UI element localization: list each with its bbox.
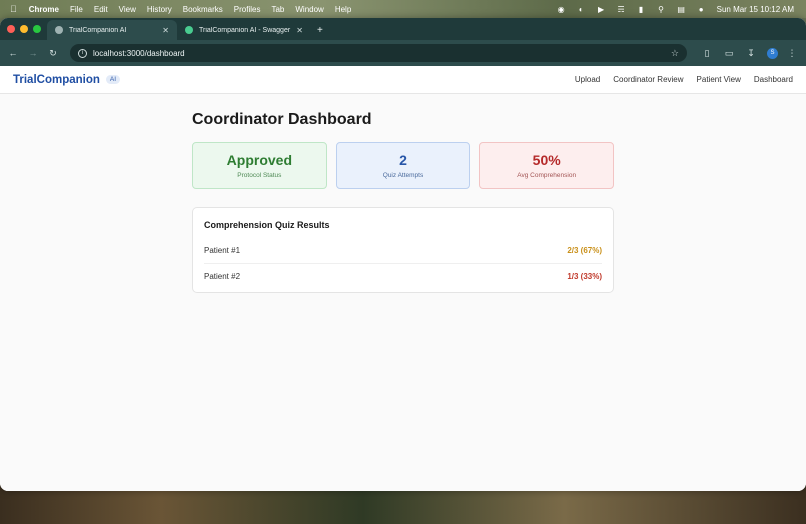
brand-logo[interactable]: TrialCompanion: [13, 74, 100, 86]
new-tab-button[interactable]: +: [317, 20, 323, 40]
menu-edit[interactable]: Edit: [94, 5, 108, 14]
avg-comprehension-value: 50%: [532, 152, 561, 168]
menu-window[interactable]: Window: [295, 5, 323, 14]
quiz-results-title: Comprehension Quiz Results: [204, 220, 330, 230]
tab-swagger[interactable]: TrialCompanion AI - Swagger ✕: [177, 20, 311, 40]
nav-patient-view[interactable]: Patient View: [697, 75, 741, 84]
web-page: TrialCompanion AI Upload Coordinator Rev…: [0, 66, 806, 491]
list-item: Patient #2 1/3 (33%): [204, 263, 602, 288]
menu-profiles[interactable]: Profiles: [234, 5, 261, 14]
nav-dashboard[interactable]: Dashboard: [754, 75, 793, 84]
battery-icon[interactable]: ▮: [637, 5, 646, 14]
back-icon[interactable]: ←: [6, 46, 20, 60]
menubar-clock[interactable]: Sun Mar 15 10:12 AM: [717, 5, 794, 14]
menu-history[interactable]: History: [147, 5, 172, 14]
quiz-attempts-label: Quiz Attempts: [382, 172, 424, 179]
wifi-icon[interactable]: ☴: [617, 5, 626, 14]
globe-icon: [55, 26, 63, 34]
ai-badge: AI: [105, 75, 121, 84]
forward-icon[interactable]: →: [26, 46, 40, 60]
tab-strip: TrialCompanion AI ✕ TrialCompanion AI - …: [0, 18, 806, 40]
protocol-status-value: Approved: [226, 152, 292, 168]
menu-view[interactable]: View: [119, 5, 136, 14]
apple-menu-icon[interactable]: : [10, 4, 17, 14]
avg-comprehension-card: 50% Avg Comprehension: [479, 142, 615, 189]
avg-comprehension-label: Avg Comprehension: [517, 172, 577, 179]
window-controls: [7, 25, 41, 33]
reload-icon[interactable]: ↻: [46, 46, 60, 60]
swagger-icon: [185, 26, 193, 34]
address-bar[interactable]: i localhost:3000/dashboard ☆: [70, 44, 687, 62]
tab-trialcompanion[interactable]: TrialCompanion AI ✕: [47, 20, 177, 40]
quiz-results-card: Comprehension Quiz Results Patient #1 2/…: [192, 207, 614, 293]
patient-name: Patient #2: [204, 271, 241, 281]
siri-icon[interactable]: ●: [697, 5, 706, 14]
dashboard-content: Coordinator Dashboard Approved Protocol …: [192, 111, 615, 293]
control-center-icon[interactable]: ▤: [677, 5, 686, 14]
browser-window: TrialCompanion AI ✕ TrialCompanion AI - …: [0, 18, 806, 491]
vpn-icon[interactable]: ◐: [577, 5, 586, 14]
close-tab-icon[interactable]: ✕: [296, 26, 303, 35]
more-menu-icon[interactable]: ⋮: [784, 45, 800, 61]
zoom-window-button[interactable]: [33, 25, 41, 33]
search-icon[interactable]: ⚲: [657, 5, 666, 14]
close-window-button[interactable]: [7, 25, 15, 33]
stat-cards: Approved Protocol Status 2 Quiz Attempts…: [192, 142, 615, 189]
menu-tab[interactable]: Tab: [271, 5, 284, 14]
menu-chrome[interactable]: Chrome: [29, 5, 59, 14]
profile-avatar[interactable]: S: [767, 47, 778, 59]
patient-name: Patient #1: [204, 246, 241, 255]
bookmark-star-icon[interactable]: ☆: [671, 48, 679, 59]
nav-links: Upload Coordinator Review Patient View D…: [575, 75, 793, 84]
menu-file[interactable]: File: [70, 5, 83, 14]
tab-label: TrialCompanion AI - Swagger: [199, 26, 291, 34]
menu-help[interactable]: Help: [335, 5, 351, 14]
play-icon[interactable]: ▶: [597, 5, 606, 14]
app-navbar: TrialCompanion AI Upload Coordinator Rev…: [0, 66, 806, 94]
close-tab-icon[interactable]: ✕: [162, 26, 169, 35]
protocol-status-label: Protocol Status: [237, 172, 282, 179]
page-title: Coordinator Dashboard: [192, 111, 372, 128]
patient-score: 2/3 (67%): [567, 246, 602, 255]
nav-coordinator-review[interactable]: Coordinator Review: [613, 75, 683, 84]
minimize-window-button[interactable]: [20, 25, 28, 33]
site-info-icon[interactable]: i: [78, 48, 87, 58]
extensions-icon[interactable]: ▯: [699, 45, 715, 61]
list-item: Patient #1 2/3 (67%): [204, 238, 602, 263]
nav-upload[interactable]: Upload: [575, 75, 600, 84]
menu-bookmarks[interactable]: Bookmarks: [183, 5, 223, 14]
quiz-attempts-card: 2 Quiz Attempts: [335, 142, 471, 189]
url-text[interactable]: localhost:3000/dashboard: [93, 49, 671, 58]
quiz-attempts-value: 2: [399, 152, 407, 168]
patient-score: 1/3 (33%): [567, 271, 602, 281]
download-icon[interactable]: ↧: [743, 45, 759, 61]
browser-toolbar: ← → ↻ i localhost:3000/dashboard ☆ ▯ ▭ ↧…: [0, 40, 806, 66]
protocol-status-card: Approved Protocol Status: [192, 142, 327, 189]
cast-icon[interactable]: ▭: [721, 45, 737, 61]
camera-icon[interactable]: ◉: [557, 5, 566, 14]
tab-label: TrialCompanion AI: [69, 26, 127, 34]
macos-menubar:  Chrome File Edit View History Bookmark…: [0, 0, 806, 18]
